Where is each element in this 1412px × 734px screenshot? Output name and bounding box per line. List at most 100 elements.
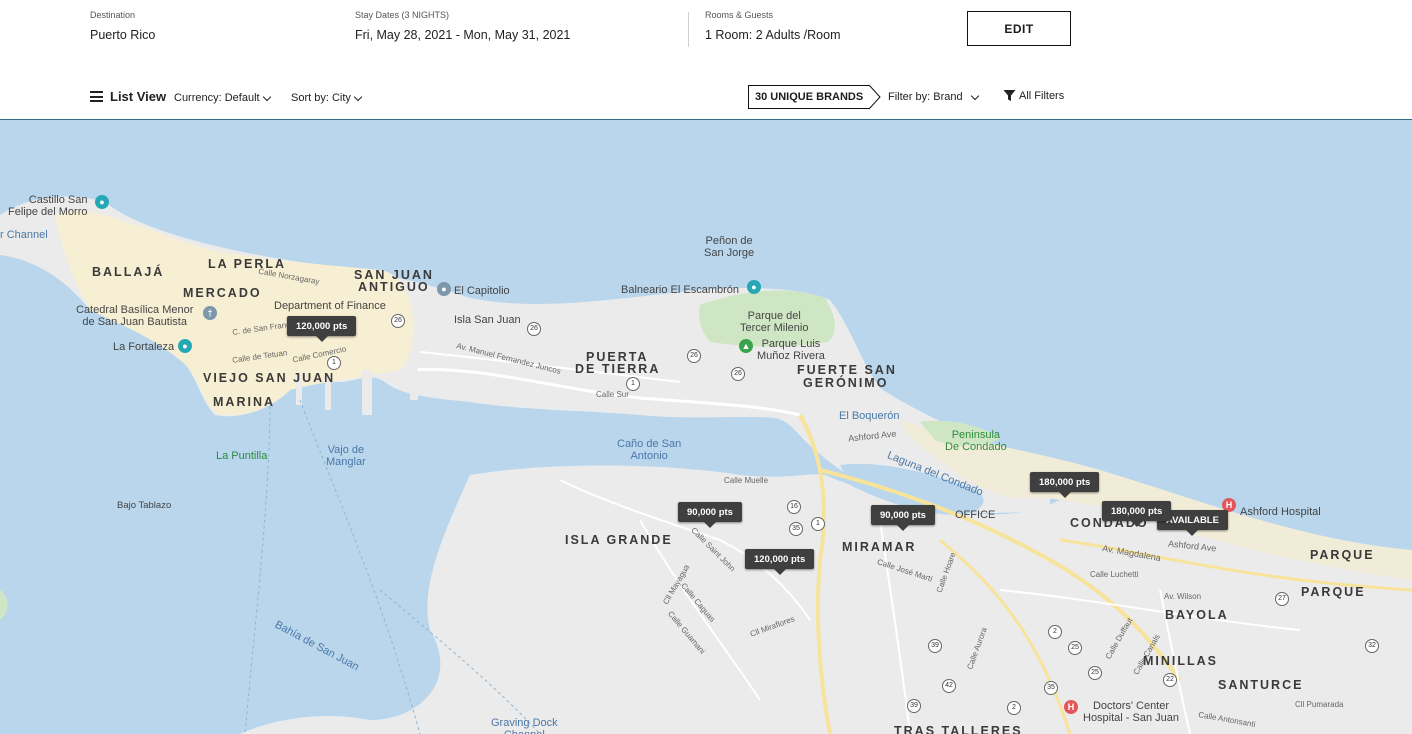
funnel-icon bbox=[1003, 90, 1016, 101]
route-shield: 22 bbox=[1163, 673, 1177, 687]
route-shield: 26 bbox=[731, 367, 745, 381]
penon-label: Peñon de San Jorge bbox=[704, 235, 755, 260]
divider bbox=[688, 12, 689, 47]
route-shield: 2 bbox=[1007, 701, 1021, 715]
rooms-guests-value: 1 Room: 2 Adults /Room bbox=[705, 28, 841, 42]
doctors-hospital-label: Doctors' Center Hospital - San Juan bbox=[1083, 700, 1179, 725]
chevron-down-icon bbox=[353, 92, 363, 101]
street-label: Cll Pumarada bbox=[1295, 700, 1344, 709]
tourist-attraction-icon[interactable]: ● bbox=[747, 280, 761, 294]
list-view-label: List View bbox=[110, 89, 167, 104]
route-shield: 26 bbox=[391, 314, 405, 328]
route-shield: 1 bbox=[327, 356, 341, 370]
place-mercado: MERCADO bbox=[183, 286, 262, 300]
hospital-icon[interactable]: H bbox=[1064, 700, 1078, 714]
office-label: OFFICE bbox=[955, 509, 996, 521]
arrow-tag-icon bbox=[869, 84, 881, 110]
brands-count-label: 30 UNIQUE BRANDS bbox=[748, 85, 870, 109]
map-canvas bbox=[0, 196, 1412, 734]
list-icon bbox=[90, 91, 103, 102]
tourist-attraction-icon[interactable]: ● bbox=[95, 195, 109, 209]
hotel-price-pin[interactable]: 90,000 pts bbox=[871, 505, 935, 531]
route-shield: 39 bbox=[928, 639, 942, 653]
castillo-label: Castillo San Felipe del Morro bbox=[8, 194, 88, 219]
street-label: Calle Luchetti bbox=[1090, 570, 1139, 579]
place-ballaja: BALLAJÁ bbox=[92, 265, 165, 279]
destination-field[interactable]: Destination Puerto Rico bbox=[90, 10, 155, 42]
sort-dropdown[interactable]: Sort by: City bbox=[291, 92, 363, 104]
street-label: Calle Muelle bbox=[724, 476, 769, 485]
tourist-attraction-icon[interactable]: ● bbox=[178, 339, 192, 353]
route-shield: 26 bbox=[527, 322, 541, 336]
results-toolbar: List View Currency: Default Sort by: Cit… bbox=[0, 66, 1412, 121]
parque-tercer-milenio-label: Parque del Tercer Milenio bbox=[740, 310, 809, 335]
rooms-guests-field[interactable]: Rooms & Guests 1 Room: 2 Adults /Room bbox=[705, 10, 840, 42]
route-shield: 2 bbox=[1048, 625, 1062, 639]
route-shield: 1 bbox=[811, 517, 825, 531]
hotel-price-pin[interactable]: 120,000 pts bbox=[745, 549, 815, 575]
currency-dropdown[interactable]: Currency: Default bbox=[174, 92, 271, 104]
place-minillas: MINILLAS bbox=[1143, 654, 1219, 668]
hotel-price-pin[interactable]: 90,000 pts bbox=[678, 502, 742, 528]
islet bbox=[0, 590, 8, 620]
stay-dates-value: Fri, May 28, 2021 - Mon, May 31, 2021 bbox=[355, 28, 571, 42]
dept-finance-label: Department of Finance bbox=[274, 300, 386, 312]
park-icon[interactable]: ▲ bbox=[739, 339, 753, 353]
all-filters-label: All Filters bbox=[1019, 89, 1065, 102]
hotel-price-pin[interactable]: 180,000 pts bbox=[1030, 472, 1100, 498]
bajo-tablazo-label: Bajo Tablazo bbox=[117, 500, 172, 511]
route-shield: 25 bbox=[1068, 641, 1082, 655]
edit-button[interactable]: EDIT bbox=[967, 11, 1071, 46]
results-map[interactable]: BALLAJÁ LA PERLA MERCADO SAN JUAN ANTIGU… bbox=[0, 120, 1412, 734]
stay-dates-field[interactable]: Stay Dates (3 NIGHTS) Fri, May 28, 2021 … bbox=[355, 10, 570, 42]
la-puntilla-label: La Puntilla bbox=[216, 450, 268, 462]
pier bbox=[410, 360, 418, 400]
church-icon[interactable]: † bbox=[203, 306, 217, 320]
place-marina: MARINA bbox=[213, 395, 275, 409]
destination-value: Puerto Rico bbox=[90, 28, 156, 42]
route-shield: 35 bbox=[1044, 681, 1058, 695]
peninsula-label: Peninsula De Condado bbox=[945, 429, 1007, 454]
ashford-hospital-label: Ashford Hospital bbox=[1240, 506, 1321, 518]
cano-label: Caño de San Antonio bbox=[617, 438, 682, 463]
place-fuerte-san: FUERTE SAN bbox=[797, 363, 897, 377]
destination-label: Destination bbox=[90, 10, 136, 20]
place-isla-grande: ISLA GRANDE bbox=[565, 533, 673, 547]
chevron-down-icon bbox=[970, 91, 979, 100]
place-antiguo: ANTIGUO bbox=[358, 280, 430, 294]
route-shield: 25 bbox=[1088, 666, 1102, 680]
place-bayola: BAYOLA bbox=[1165, 608, 1229, 622]
place-parque: PARQUE bbox=[1310, 548, 1375, 562]
stay-dates-label: Stay Dates (3 NIGHTS) bbox=[355, 10, 450, 20]
sort-label: Sort by: City bbox=[291, 92, 351, 104]
balneario-label: Balneario El Escambrón bbox=[621, 284, 740, 296]
landmark-icon[interactable]: ● bbox=[437, 282, 451, 296]
hotel-price-pin[interactable]: 180,000 pts bbox=[1102, 501, 1172, 527]
list-view-button[interactable]: List View bbox=[90, 89, 166, 104]
isla-san-juan-label: Isla San Juan bbox=[454, 314, 521, 326]
brand-filter-dropdown[interactable]: Filter by: Brand bbox=[888, 91, 979, 103]
unique-brands-badge[interactable]: 30 UNIQUE BRANDS bbox=[748, 84, 881, 110]
hotel-price-pin[interactable]: 120,000 pts bbox=[287, 316, 357, 342]
route-shield: 27 bbox=[1275, 592, 1289, 606]
catedral-label: Catedral Basílica Menor de San Juan Baut… bbox=[76, 304, 194, 329]
el-capitolio-label: El Capitolio bbox=[454, 285, 510, 297]
rooms-guests-label: Rooms & Guests bbox=[705, 10, 774, 20]
place-de-tierra: DE TIERRA bbox=[575, 362, 661, 376]
currency-label: Currency: Default bbox=[174, 92, 260, 104]
street-label: Calle Sur bbox=[596, 390, 629, 399]
route-shield: 32 bbox=[1365, 639, 1379, 653]
route-shield: 26 bbox=[687, 349, 701, 363]
route-shield: 39 bbox=[907, 699, 921, 713]
route-shield: 16 bbox=[787, 500, 801, 514]
route-shield: 42 bbox=[942, 679, 956, 693]
graving-dock-label: Graving Dock Channel bbox=[491, 717, 558, 734]
parque-luis-label: Parque Luis Muñoz Rivera bbox=[757, 338, 825, 363]
channel-label: r Channel bbox=[0, 229, 48, 241]
all-filters-button[interactable]: All Filters bbox=[1003, 89, 1064, 102]
place-viejo-san-juan: VIEJO SAN JUAN bbox=[203, 371, 336, 385]
brand-filter-label: Filter by: Brand bbox=[888, 91, 963, 103]
la-fortaleza-label: La Fortaleza bbox=[113, 341, 175, 353]
place-tras-talleres: TRAS TALLERES bbox=[894, 724, 1023, 734]
place-parque-2: PARQUE bbox=[1301, 585, 1366, 599]
